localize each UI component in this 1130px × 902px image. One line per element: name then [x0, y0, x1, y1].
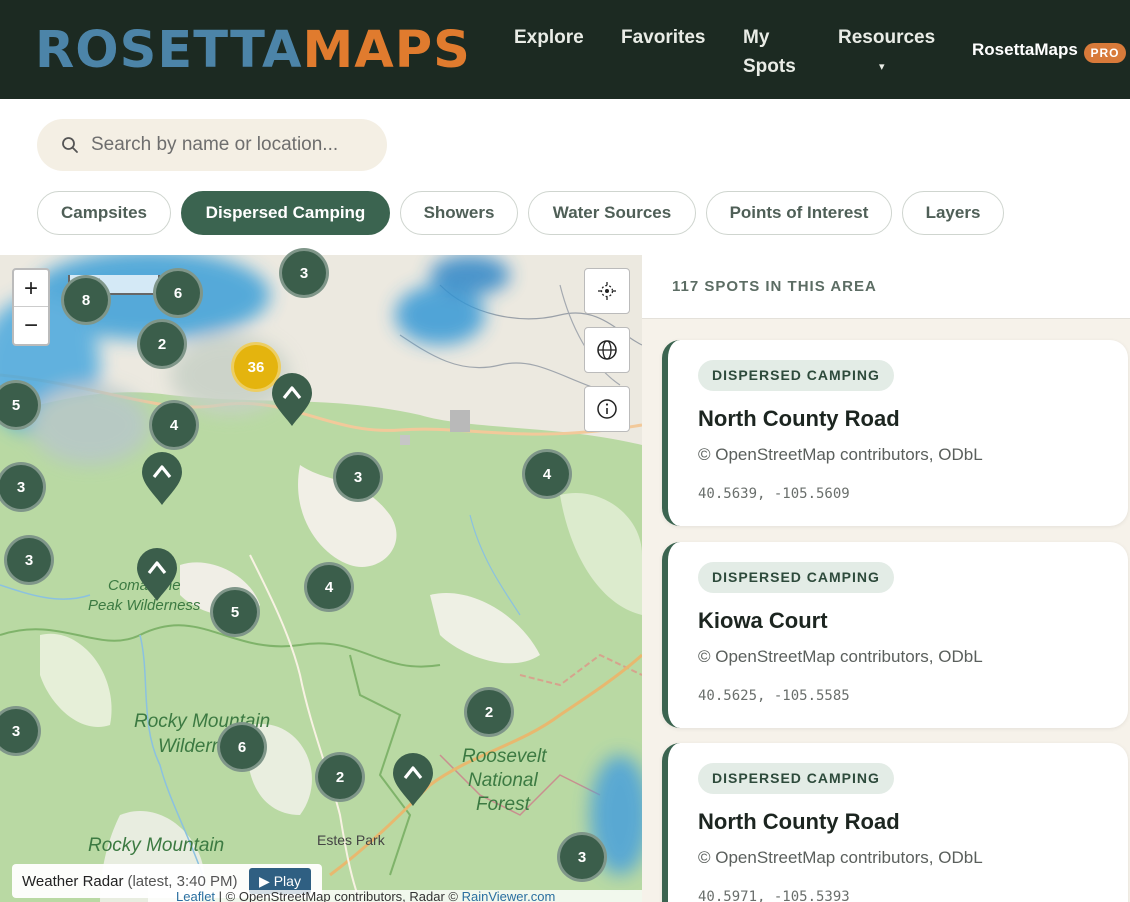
camp-pin-icon[interactable]: [392, 752, 434, 808]
map-label-rocky-wilderness-2: Wildern: [158, 736, 223, 757]
chevron-down-icon[interactable]: ▾: [879, 60, 885, 73]
results-count: 117 SPOTS IN THIS AREA: [672, 278, 877, 295]
map-cluster[interactable]: 2: [464, 687, 514, 737]
nav-resources[interactable]: Resources: [838, 23, 935, 52]
spot-source: © OpenStreetMap contributors, ODbL: [698, 647, 983, 666]
filter-water-sources[interactable]: Water Sources: [528, 191, 696, 235]
account-brand[interactable]: RosettaMaps: [972, 40, 1078, 60]
map-label-estes-park: Estes Park: [317, 832, 385, 848]
camp-pin-icon[interactable]: [141, 451, 183, 507]
nav-favorites[interactable]: Favorites: [621, 23, 705, 52]
map-label-rocky-np: Rocky Mountain: [88, 835, 225, 856]
camp-pin-icon[interactable]: [136, 547, 178, 603]
map-cluster[interactable]: 3: [279, 248, 329, 298]
radar-label: Weather Radar: [22, 872, 124, 890]
leaflet-link[interactable]: Leaflet: [176, 890, 215, 902]
map-attribution: Leaflet | © OpenStreetMap contributors, …: [148, 890, 642, 902]
filter-dispersed-camping[interactable]: Dispersed Camping: [181, 191, 390, 235]
logo[interactable]: ROSETTAMAPS: [35, 20, 471, 82]
spot-card[interactable]: DISPERSED CAMPING North County Road © Op…: [662, 743, 1128, 902]
filter-layers[interactable]: Layers: [902, 191, 1004, 235]
camp-pin-icon[interactable]: [271, 372, 313, 428]
map-label-roosevelt-3: Forest: [476, 794, 530, 815]
filter-showers[interactable]: Showers: [400, 191, 518, 235]
nav-my-spots-line1: My: [743, 27, 770, 48]
nav-my-spots[interactable]: My Spots: [743, 23, 796, 81]
map-cluster[interactable]: 4: [149, 400, 199, 450]
globe-button[interactable]: [584, 327, 630, 373]
map-label-roosevelt-2: National: [468, 770, 538, 791]
map-cluster[interactable]: 3: [333, 452, 383, 502]
search-icon: [62, 137, 78, 153]
nav-explore[interactable]: Explore: [514, 23, 584, 52]
filter-points-of-interest[interactable]: Points of Interest: [706, 191, 892, 235]
map-cluster[interactable]: 3: [557, 832, 607, 882]
attribution-text: | © OpenStreetMap contributors, Radar ©: [215, 890, 462, 902]
map-cluster[interactable]: 3: [4, 535, 54, 585]
map-cluster[interactable]: 6: [217, 722, 267, 772]
category-tag: DISPERSED CAMPING: [698, 360, 894, 391]
map-cluster[interactable]: 8: [61, 275, 111, 325]
results-header: 117 SPOTS IN THIS AREA: [642, 255, 1130, 319]
info-button[interactable]: [584, 386, 630, 432]
globe-icon: [597, 340, 617, 360]
zoom-in-button[interactable]: +: [14, 270, 48, 307]
pro-badge: PRO: [1084, 43, 1126, 63]
spot-source: © OpenStreetMap contributors, ODbL: [698, 445, 983, 464]
spot-coordinates: 40.5625, -105.5585: [698, 688, 850, 704]
locate-icon: [598, 282, 616, 300]
locate-button[interactable]: [584, 268, 630, 314]
map-cluster[interactable]: 2: [315, 752, 365, 802]
spot-title: North County Road: [698, 406, 900, 431]
spot-coordinates: 40.5639, -105.5609: [698, 486, 850, 502]
spot-card[interactable]: DISPERSED CAMPING North County Road © Op…: [662, 340, 1128, 526]
map-label-roosevelt: Roosevelt: [462, 746, 547, 767]
spot-title: Kiowa Court: [698, 608, 828, 633]
spot-card[interactable]: DISPERSED CAMPING Kiowa Court © OpenStre…: [662, 542, 1128, 728]
zoom-out-button[interactable]: −: [14, 307, 48, 344]
spot-title: North County Road: [698, 809, 900, 834]
spot-source: © OpenStreetMap contributors, ODbL: [698, 848, 983, 867]
rainviewer-link[interactable]: RainViewer.com: [462, 890, 556, 902]
top-header: ROSETTAMAPS Explore Favorites My Spots R…: [0, 0, 1130, 99]
nav-my-spots-line2: Spots: [743, 56, 796, 77]
radar-status: (latest, 3:40 PM): [127, 872, 238, 890]
category-tag: DISPERSED CAMPING: [698, 763, 894, 794]
zoom-control: + −: [12, 268, 50, 346]
map-cluster[interactable]: 2: [137, 319, 187, 369]
map-cluster[interactable]: 6: [153, 268, 203, 318]
map-cluster[interactable]: 5: [210, 587, 260, 637]
map-cluster[interactable]: 4: [522, 449, 572, 499]
search-input[interactable]: [91, 129, 371, 161]
results-panel[interactable]: 117 SPOTS IN THIS AREA DISPERSED CAMPING…: [642, 255, 1130, 902]
spot-coordinates: 40.5971, -105.5393: [698, 889, 850, 902]
filter-campsites[interactable]: Campsites: [37, 191, 171, 235]
map-cluster[interactable]: 4: [304, 562, 354, 612]
search-bar[interactable]: [37, 119, 387, 171]
info-icon: [597, 399, 617, 419]
category-tag: DISPERSED CAMPING: [698, 562, 894, 593]
